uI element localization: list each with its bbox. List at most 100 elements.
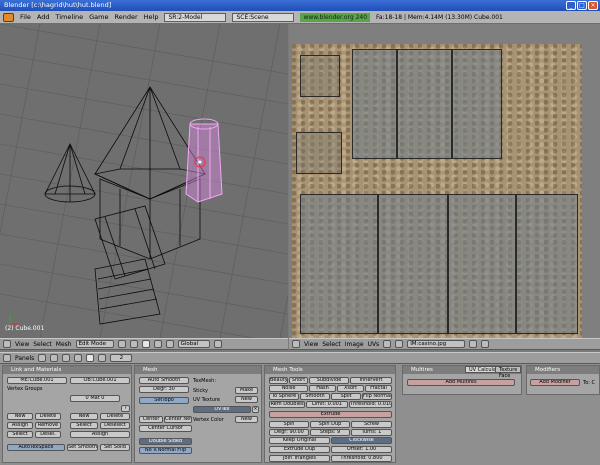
xsort-button[interactable]: Xsort: [337, 385, 364, 392]
center-new-button[interactable]: Center New: [164, 416, 192, 423]
degr-field[interactable]: Degr: 30: [139, 386, 189, 393]
editor-type-icon[interactable]: [292, 340, 300, 348]
double-sided-toggle[interactable]: Double Sided: [139, 438, 192, 445]
material-select-button[interactable]: Select: [70, 422, 98, 429]
spin-dup-button[interactable]: Spin Dup: [310, 421, 350, 428]
vgroup-remove-button[interactable]: Remove: [35, 422, 61, 429]
short-toggle[interactable]: Short: [289, 377, 308, 384]
lock-icon[interactable]: [481, 340, 490, 348]
menu-add[interactable]: Add: [37, 13, 50, 21]
uv-face[interactable]: [300, 194, 378, 334]
close-button[interactable]: ×: [588, 1, 598, 10]
script-icon[interactable]: [50, 354, 59, 362]
material-delete-button[interactable]: Delete: [100, 413, 130, 420]
menu-uvs[interactable]: UVs: [368, 341, 380, 348]
menu-game[interactable]: Game: [89, 13, 108, 21]
center-cursor-button[interactable]: Center Cursor: [139, 425, 192, 432]
website-link[interactable]: www.blender.org 240: [300, 12, 371, 22]
menu-image[interactable]: Image: [345, 341, 364, 348]
layer-icon[interactable]: [213, 340, 222, 348]
menu-help[interactable]: Help: [144, 13, 159, 21]
uvtex-delete-icon[interactable]: ×: [252, 406, 259, 413]
extrude-dup-button[interactable]: Extrude Dup: [269, 446, 330, 453]
vgroup-select-button[interactable]: Select: [7, 431, 33, 438]
uvtex-field[interactable]: UVTex: [193, 406, 251, 413]
menu-select[interactable]: Select: [322, 341, 341, 348]
smooth-button[interactable]: Smooth: [300, 393, 330, 400]
object-icon[interactable]: [74, 354, 83, 362]
spin-degr-field[interactable]: Degr: 90.00: [269, 429, 309, 436]
settopo-button[interactable]: SetTopo: [139, 397, 189, 404]
material-assign-button[interactable]: Assign: [70, 431, 130, 438]
image-selector[interactable]: IM:casino.jpg: [407, 340, 466, 348]
join-triangles-button[interactable]: Join Triangles: [269, 455, 330, 462]
fractal-button[interactable]: Fractal: [365, 385, 392, 392]
uv-image-editor[interactable]: [289, 24, 600, 338]
object-name-field[interactable]: OB:Cube.001: [70, 377, 130, 384]
manipulator-icon[interactable]: [141, 340, 150, 348]
scene-icon[interactable]: [98, 354, 107, 362]
minimize-button[interactable]: _: [566, 1, 576, 10]
innervert-button[interactable]: Innervert: [350, 377, 392, 384]
steps-field[interactable]: Steps: 9: [310, 429, 350, 436]
set-smooth-button[interactable]: Set Smooth: [67, 444, 98, 451]
screen-selector[interactable]: SR:2-Model: [164, 12, 227, 22]
turns-field[interactable]: Turns: 1: [351, 429, 392, 436]
mesh-name-field[interactable]: ME:Cube.001: [7, 377, 67, 384]
limit-field[interactable]: Limit: 0.001: [306, 401, 348, 408]
keep-original-toggle[interactable]: Keep Original: [269, 437, 330, 444]
maximize-button[interactable]: □: [577, 1, 587, 10]
center-button[interactable]: Center: [139, 416, 163, 423]
uv-face[interactable]: [378, 194, 448, 334]
material-new-button[interactable]: New: [70, 413, 98, 420]
noise-button[interactable]: Noise: [269, 385, 308, 392]
subdivide-button[interactable]: Subdivide: [309, 377, 349, 384]
frame-field[interactable]: 2: [110, 354, 133, 362]
threshold-field[interactable]: Threshold: 0.010: [349, 401, 392, 408]
beauty-toggle[interactable]: Beauty: [269, 377, 288, 384]
close-image-icon[interactable]: [469, 340, 478, 348]
menu-file[interactable]: File: [20, 13, 31, 21]
add-modifier-button[interactable]: Add Modifier: [530, 379, 580, 386]
menu-view[interactable]: View: [15, 341, 29, 348]
blender-logo-icon[interactable]: [3, 12, 14, 22]
hash-button[interactable]: Hash: [309, 385, 336, 392]
editor-type-icon[interactable]: [3, 340, 11, 348]
uv-face[interactable]: [516, 194, 578, 334]
uv-face[interactable]: [352, 49, 397, 159]
menu-view[interactable]: View: [304, 341, 318, 348]
uv-face[interactable]: [300, 55, 340, 97]
menu-select[interactable]: Select: [33, 341, 52, 348]
uv-face[interactable]: [452, 49, 502, 159]
vgroup-assign-button[interactable]: Assign: [7, 422, 33, 429]
split-button[interactable]: Split: [331, 393, 361, 400]
editing-icon[interactable]: [86, 354, 95, 362]
panels-menu[interactable]: Panels: [15, 355, 34, 362]
vgroup-deselect-button[interactable]: Desel.: [35, 431, 61, 438]
auto-smooth-toggle[interactable]: Auto Smooth: [139, 377, 189, 384]
flip-normals-button[interactable]: Flip Normals: [362, 393, 392, 400]
uv-texture-new-button[interactable]: New: [235, 396, 258, 403]
shading-icon[interactable]: [62, 354, 71, 362]
material-help-button[interactable]: ?: [121, 405, 130, 412]
uv-face[interactable]: [296, 132, 342, 174]
material-deselect-button[interactable]: Deselect: [100, 422, 130, 429]
material-index-field[interactable]: 0 Mat 0: [70, 395, 120, 402]
clockwise-toggle[interactable]: Clockwise: [331, 437, 392, 444]
join-threshold-field[interactable]: Threshold: 0.800: [331, 455, 392, 462]
orientation-selector[interactable]: Global: [177, 340, 210, 348]
sticky-make-button[interactable]: Make: [235, 387, 258, 394]
menu-mesh[interactable]: Mesh: [56, 341, 72, 348]
rem-doubles-button[interactable]: Rem Doubles: [269, 401, 305, 408]
vgroup-new-button[interactable]: New: [7, 413, 33, 420]
to-sphere-button[interactable]: To Sphere: [269, 393, 299, 400]
pin-icon[interactable]: [383, 340, 392, 348]
spin-button[interactable]: Spin: [269, 421, 309, 428]
rotate-icon[interactable]: [165, 340, 174, 348]
offset-field[interactable]: Offset: 1.00: [331, 446, 392, 453]
uv-face[interactable]: [397, 49, 452, 159]
scene-selector[interactable]: SCE:Scene: [232, 12, 295, 22]
translate-icon[interactable]: [153, 340, 162, 348]
no-v-normal-flip-toggle[interactable]: No V.Normal Flip: [139, 447, 192, 454]
vgroup-delete-button[interactable]: Delete: [35, 413, 61, 420]
